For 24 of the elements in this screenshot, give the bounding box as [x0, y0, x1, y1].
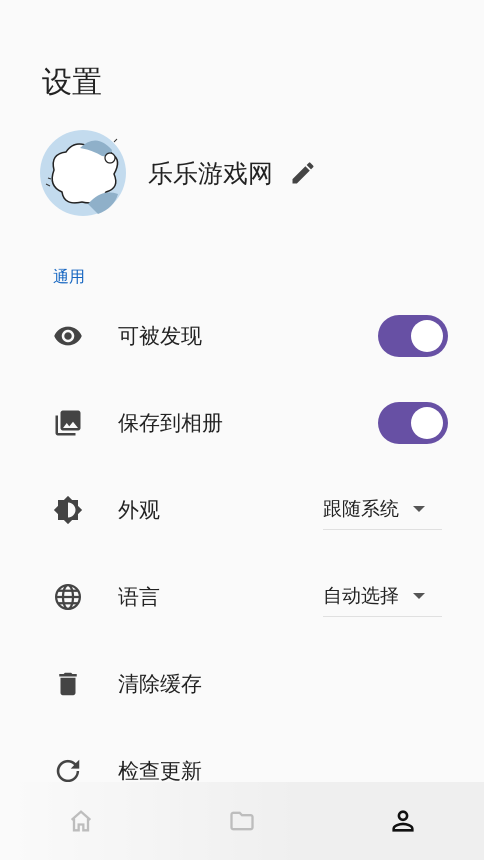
- globe-icon: [53, 582, 83, 612]
- setting-label: 保存到相册: [118, 410, 224, 436]
- settings-row[interactable]: 清除缓存: [0, 640, 484, 727]
- setting-label: 语言: [118, 584, 161, 610]
- section-header: 通用: [52, 266, 86, 288]
- dropdown[interactable]: 跟随系统: [323, 489, 442, 530]
- dropdown[interactable]: 自动选择: [323, 576, 442, 617]
- settings-row[interactable]: 检查更新: [0, 727, 484, 782]
- toggle-switch[interactable]: [378, 314, 448, 356]
- toggle-switch[interactable]: [378, 402, 448, 444]
- setting-label: 检查更新: [118, 758, 203, 782]
- setting-label: 外观: [118, 496, 161, 524]
- setting-label: 清除缓存: [118, 670, 203, 698]
- setting-label: 可被发现: [118, 322, 203, 350]
- brightness-icon: [53, 494, 83, 524]
- photo-library-icon: [53, 408, 83, 438]
- settings-row[interactable]: 语言 自动选择: [0, 553, 484, 640]
- caret-icon: [413, 506, 425, 512]
- settings-row[interactable]: 保存到相册: [0, 379, 484, 466]
- page-title: 设置: [41, 64, 103, 102]
- caret-icon: [413, 593, 425, 599]
- user-name: 乐乐游戏网: [148, 158, 273, 190]
- settings-row[interactable]: 可被发现: [0, 292, 484, 379]
- settings-row[interactable]: 外观 跟随系统: [0, 466, 484, 553]
